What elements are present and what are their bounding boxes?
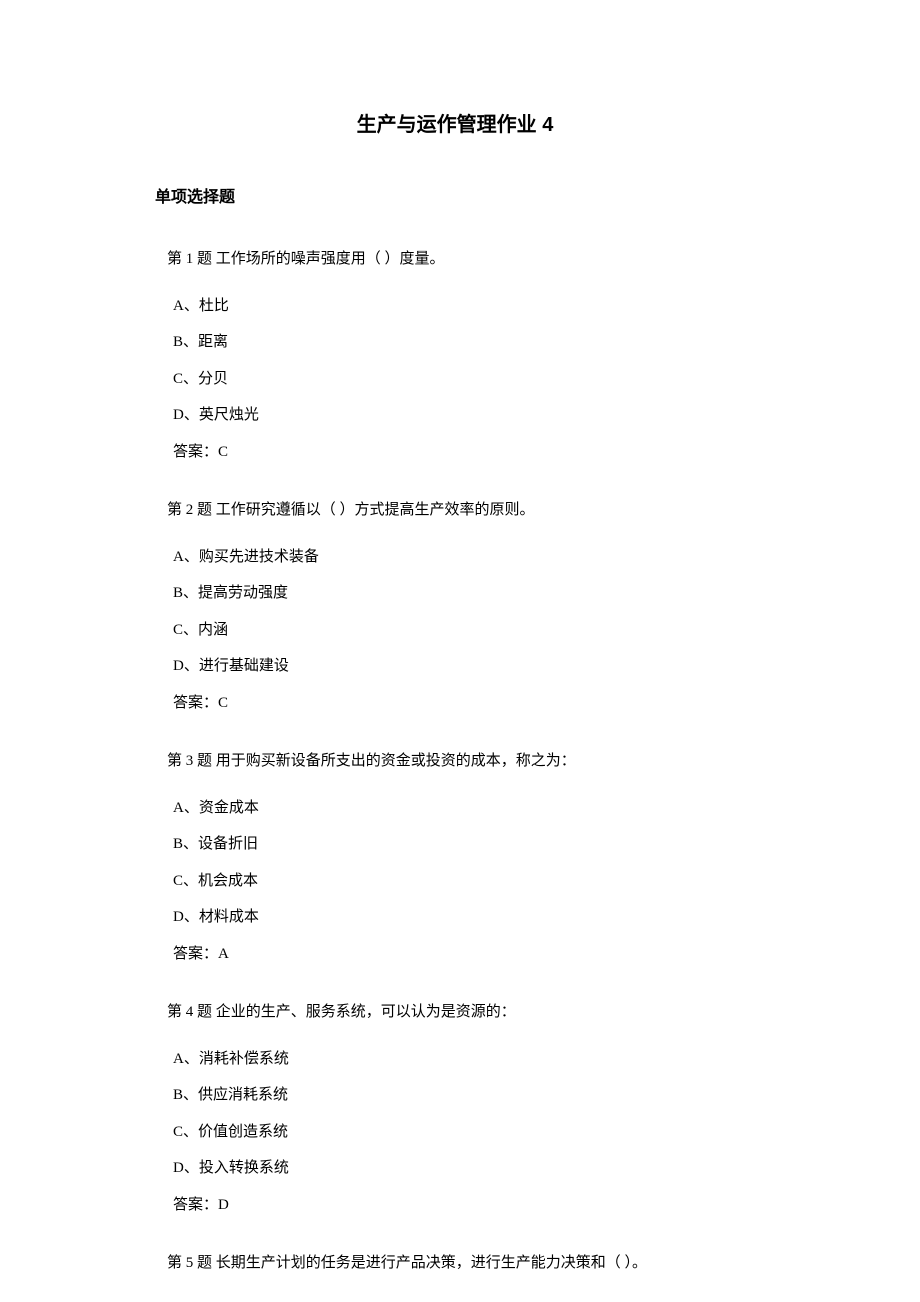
option-a: A、消耗补偿系统 — [173, 1048, 755, 1071]
answer: 答案：C — [173, 441, 755, 464]
section-title: 单项选择题 — [155, 186, 755, 210]
option-c: C、分贝 — [173, 368, 755, 391]
question-prompt: 第 4 题 企业的生产、服务系统，可以认为是资源的： — [167, 1001, 755, 1024]
answer: 答案：C — [173, 692, 755, 715]
option-a: A、杜比 — [173, 295, 755, 318]
question-prompt: 第 5 题 长期生产计划的任务是进行产品决策，进行生产能力决策和（ ）。 — [167, 1252, 755, 1275]
question-block: 第 4 题 企业的生产、服务系统，可以认为是资源的： A、消耗补偿系统 B、供应… — [155, 1001, 755, 1216]
option-b: B、供应消耗系统 — [173, 1084, 755, 1107]
question-block: 第 1 题 工作场所的噪声强度用（ ）度量。 A、杜比 B、距离 C、分贝 D、… — [155, 248, 755, 463]
question-block: 第 5 题 长期生产计划的任务是进行产品决策，进行生产能力决策和（ ）。 — [155, 1252, 755, 1275]
option-c: C、价值创造系统 — [173, 1121, 755, 1144]
option-b: B、提高劳动强度 — [173, 582, 755, 605]
answer: 答案：A — [173, 943, 755, 966]
option-a: A、购买先进技术装备 — [173, 546, 755, 569]
question-prompt: 第 1 题 工作场所的噪声强度用（ ）度量。 — [167, 248, 755, 271]
option-c: C、内涵 — [173, 619, 755, 642]
option-c: C、机会成本 — [173, 870, 755, 893]
option-d: D、投入转换系统 — [173, 1157, 755, 1180]
option-d: D、英尺烛光 — [173, 404, 755, 427]
question-prompt: 第 2 题 工作研究遵循以（ ）方式提高生产效率的原则。 — [167, 499, 755, 522]
question-block: 第 2 题 工作研究遵循以（ ）方式提高生产效率的原则。 A、购买先进技术装备 … — [155, 499, 755, 714]
option-b: B、设备折旧 — [173, 833, 755, 856]
option-a: A、资金成本 — [173, 797, 755, 820]
page-title: 生产与运作管理作业 4 — [155, 110, 755, 140]
question-prompt: 第 3 题 用于购买新设备所支出的资金或投资的成本，称之为： — [167, 750, 755, 773]
option-d: D、材料成本 — [173, 906, 755, 929]
question-block: 第 3 题 用于购买新设备所支出的资金或投资的成本，称之为： A、资金成本 B、… — [155, 750, 755, 965]
option-d: D、进行基础建设 — [173, 655, 755, 678]
option-b: B、距离 — [173, 331, 755, 354]
answer: 答案：D — [173, 1194, 755, 1217]
